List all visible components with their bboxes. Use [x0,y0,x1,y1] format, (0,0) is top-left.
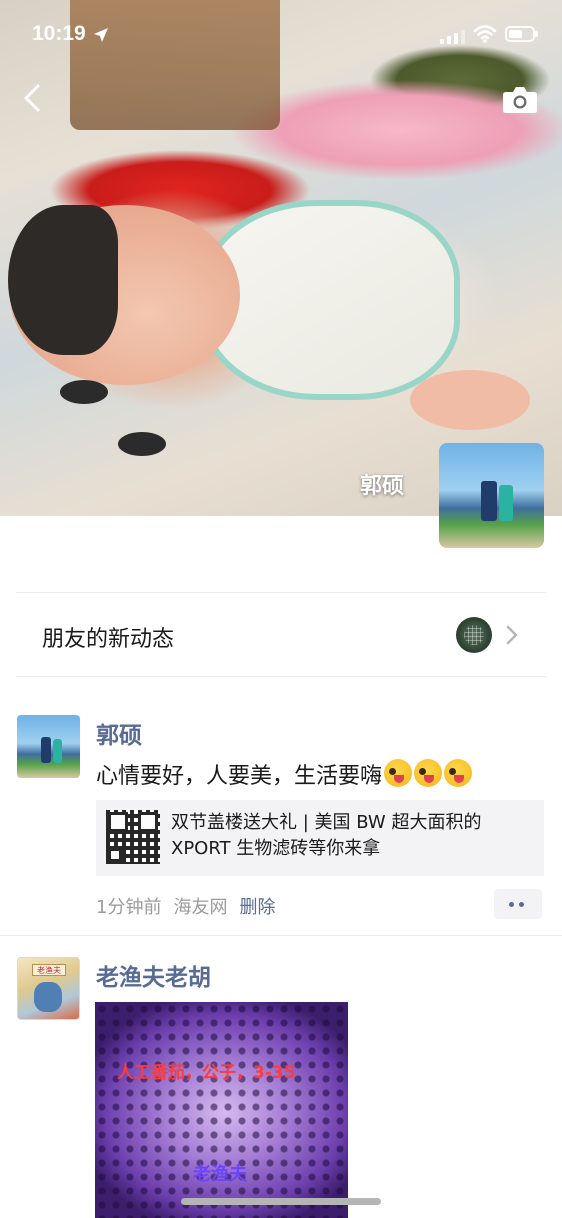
avatar-figure [34,982,62,1012]
cover-avatar[interactable] [439,443,544,548]
avatar-person [481,481,497,521]
wink-tongue-emoji-icon [414,759,443,787]
battery-icon [505,26,538,42]
wink-tongue-emoji-icon [384,759,413,787]
post-text-content: 心情要好，人要美，生活要嗨 [96,764,383,789]
battery-cap [535,31,538,37]
friend-updates-row[interactable]: 朋友的新动态 [16,592,546,677]
post-author-name[interactable]: 郭硕 [96,716,142,750]
cover-photo-pattern-dot [60,380,108,404]
post-avatar[interactable]: 老渔夫 [17,957,80,1020]
cover-username: 郭硕 [359,474,404,499]
wink-tongue-emoji-icon [444,759,473,787]
status-time: 10:19 [32,22,86,45]
wifi-icon [473,25,497,43]
location-arrow-icon [94,28,108,42]
avatar-person [53,739,62,763]
chevron-left-icon[interactable] [18,80,48,116]
delete-button[interactable]: 删除 [239,897,275,918]
status-bar: 10:19 [0,0,562,70]
more-actions-button[interactable] [494,889,542,919]
avatar-person [499,485,513,521]
link-card[interactable]: 双节盖楼送大礼 | 美国 BW 超大面积的 XPORT 生物滤砖等你来拿 [96,800,544,876]
avatar-person [41,737,51,763]
post-time: 1分钟前 [96,897,162,918]
post-avatar[interactable] [17,715,80,778]
post-author-name[interactable]: 老渔夫老胡 [96,958,211,992]
qr-code-thumbnail [106,810,160,864]
home-indicator[interactable] [181,1198,381,1205]
cellular-signal-icon [440,28,466,44]
cover-photo-baby-hair [8,205,118,355]
camera-icon[interactable] [500,82,540,116]
battery-level [509,30,522,38]
avatar-sign: 老渔夫 [32,964,66,976]
post-text: 心情要好，人要美，生活要嗨 [96,758,473,790]
post-image-caption: 人工番茄，公子，3-35 [117,1063,296,1083]
post-image[interactable]: 人工番茄，公子，3-35 老渔夫 [95,1002,348,1218]
post-divider [0,935,562,936]
friend-updates-avatar [456,617,492,653]
post-image-watermark: 老渔夫 [193,1164,247,1185]
post-source[interactable]: 海友网 [173,897,227,918]
friend-updates-label: 朋友的新动态 [42,627,175,652]
cover-photo-baby-foot [410,370,530,430]
post-meta: 1分钟前 海友网 删除 [96,893,287,919]
cover-photo-pattern-dot [118,432,166,456]
cover-photo[interactable] [0,0,562,516]
link-card-title: 双节盖楼送大礼 | 美国 BW 超大面积的 XPORT 生物滤砖等你来拿 [171,812,482,859]
chevron-right-icon [506,625,518,645]
